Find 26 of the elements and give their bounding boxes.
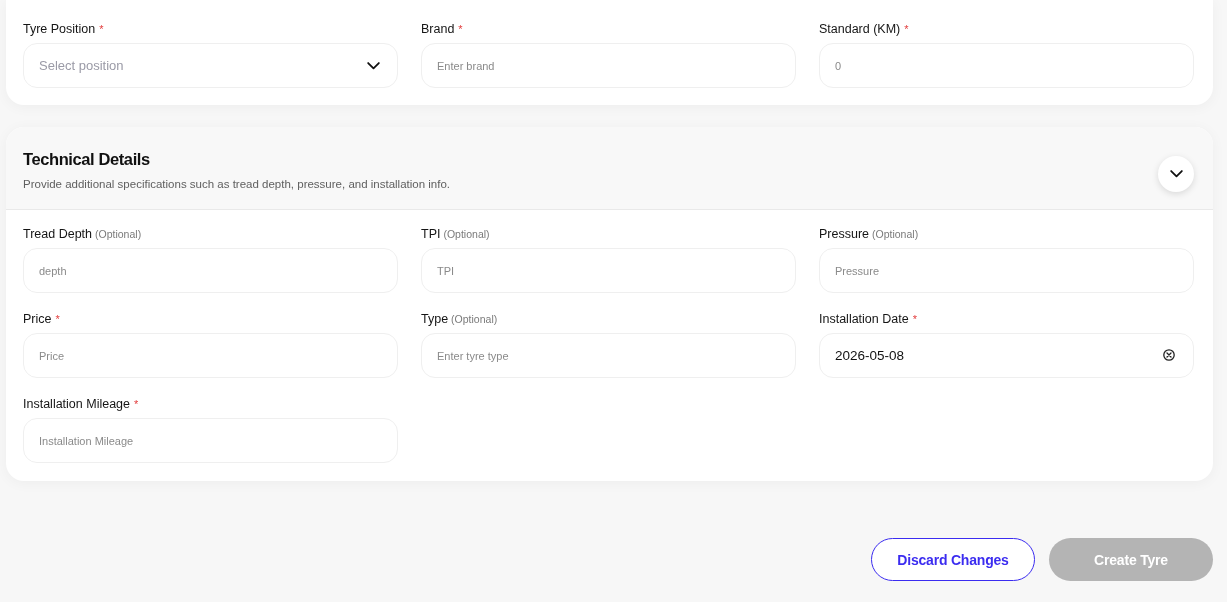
field-label: Tread Depth (Optional)	[23, 227, 142, 242]
clear-icon[interactable]	[1163, 349, 1175, 361]
field-label: Pressure (Optional)	[819, 227, 919, 242]
date-field[interactable]: 2026-05-08	[819, 333, 1194, 378]
field-label: Tyre Position *	[23, 22, 104, 37]
input-field[interactable]: Enter tyre type	[421, 333, 796, 378]
field-label: Brand *	[421, 22, 463, 37]
input-field[interactable]: 0	[819, 43, 1194, 88]
chevron-down-icon	[367, 61, 380, 70]
chevron-down-icon	[1169, 170, 1183, 178]
section-title: Technical Details	[23, 149, 151, 169]
field-label: Standard (KM) *	[819, 22, 909, 37]
collapse-button[interactable]	[1158, 156, 1194, 192]
field-label: Installation Date *	[819, 312, 917, 327]
input-field[interactable]: Price	[23, 333, 398, 378]
field-label: Installation Mileage *	[23, 397, 139, 412]
input-field[interactable]: Enter brand	[421, 43, 796, 88]
section-subtitle: Provide additional specifications such as tread depth, pressure, and installation info.	[23, 177, 451, 191]
input-field[interactable]: depth	[23, 248, 398, 293]
field-label: Type (Optional)	[421, 312, 498, 327]
discard-button[interactable]: Discard Changes	[871, 538, 1035, 581]
field-label: TPI (Optional)	[421, 227, 490, 242]
input-field[interactable]: Installation Mileage	[23, 418, 398, 463]
input-field[interactable]: TPI	[421, 248, 796, 293]
input-field[interactable]: Pressure	[819, 248, 1194, 293]
field-label: Price *	[23, 312, 60, 327]
